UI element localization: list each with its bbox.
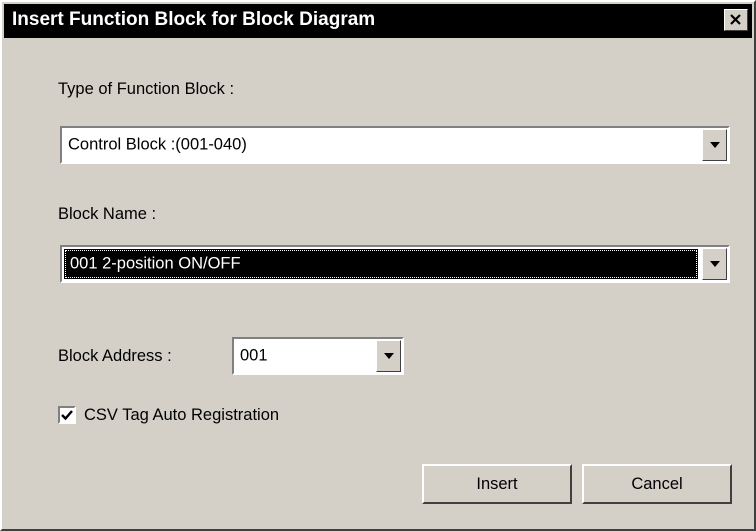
block-address-dropdown[interactable]: 001 bbox=[232, 337, 404, 375]
csv-tag-auto-registration-label[interactable]: CSV Tag Auto Registration bbox=[84, 406, 279, 425]
block-name-dropdown-button[interactable] bbox=[702, 248, 727, 280]
insert-function-block-dialog: Insert Function Block for Block Diagram … bbox=[0, 0, 756, 531]
checkmark-icon bbox=[61, 410, 73, 421]
block-name-dropdown[interactable]: 001 2-position ON/OFF bbox=[60, 245, 730, 283]
type-of-function-block-value: Control Block :(001-040) bbox=[68, 135, 247, 154]
chevron-down-icon bbox=[383, 353, 394, 359]
close-button[interactable] bbox=[724, 9, 748, 31]
type-of-function-block-dropdown[interactable]: Control Block :(001-040) bbox=[60, 126, 730, 164]
cancel-button[interactable]: Cancel bbox=[582, 464, 732, 504]
block-address-label: Block Address : bbox=[58, 347, 172, 365]
chevron-down-icon bbox=[709, 142, 720, 148]
insert-button[interactable]: Insert bbox=[422, 464, 572, 504]
type-of-function-block-dropdown-button[interactable] bbox=[702, 129, 727, 161]
csv-tag-auto-registration-checkbox[interactable] bbox=[58, 406, 76, 424]
block-name-value: 001 2-position ON/OFF bbox=[70, 254, 241, 273]
chevron-down-icon bbox=[709, 261, 720, 267]
block-address-value: 001 bbox=[240, 346, 268, 365]
close-icon bbox=[730, 14, 741, 25]
type-of-function-block-label: Type of Function Block : bbox=[58, 80, 235, 98]
dialog-title: Insert Function Block for Block Diagram bbox=[12, 9, 376, 30]
title-bar[interactable]: Insert Function Block for Block Diagram bbox=[4, 4, 752, 38]
block-name-label: Block Name : bbox=[58, 205, 157, 223]
block-address-dropdown-button[interactable] bbox=[376, 340, 401, 372]
block-name-selection-highlight: 001 2-position ON/OFF bbox=[64, 249, 698, 279]
